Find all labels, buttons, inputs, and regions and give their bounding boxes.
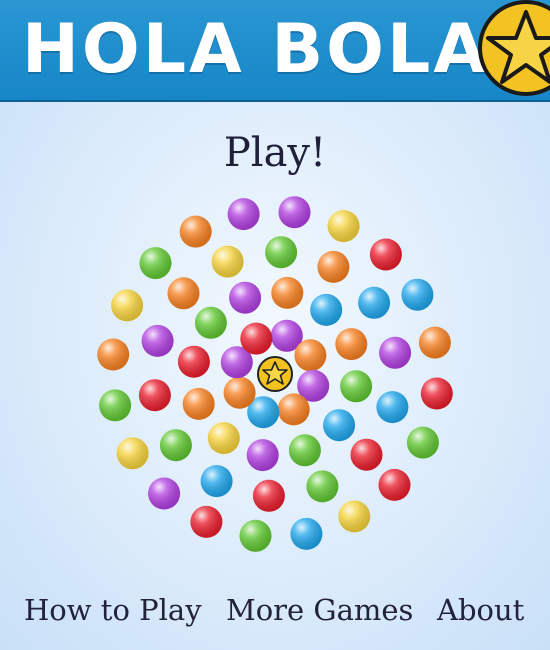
ball[interactable] — [207, 422, 240, 455]
ball[interactable] — [99, 389, 132, 422]
ball[interactable] — [327, 210, 360, 243]
ball[interactable] — [420, 377, 453, 410]
ball[interactable] — [294, 339, 327, 372]
ball[interactable] — [310, 293, 343, 326]
ball[interactable] — [223, 376, 256, 409]
ball[interactable] — [246, 439, 279, 472]
ball[interactable] — [194, 306, 227, 339]
ball[interactable] — [182, 387, 215, 420]
ball[interactable] — [138, 379, 171, 412]
ball[interactable] — [335, 328, 368, 361]
ball[interactable] — [406, 426, 439, 459]
ball[interactable] — [141, 324, 174, 357]
ball[interactable] — [211, 245, 244, 278]
ball[interactable] — [418, 326, 451, 359]
ball[interactable] — [148, 477, 181, 510]
ball[interactable] — [177, 345, 210, 378]
ball[interactable] — [317, 250, 350, 283]
ball[interactable] — [252, 479, 285, 512]
ball[interactable] — [265, 236, 298, 269]
how-to-play-link[interactable]: How to Play — [24, 588, 202, 632]
ball[interactable] — [379, 336, 412, 369]
ball[interactable] — [159, 429, 192, 462]
about-link[interactable]: About — [437, 588, 524, 632]
ball[interactable] — [338, 500, 371, 533]
game-title: Hola Bola! — [22, 10, 523, 89]
ball[interactable] — [200, 465, 233, 498]
ball[interactable] — [290, 517, 323, 550]
ball[interactable] — [340, 370, 373, 403]
ball[interactable] — [271, 276, 304, 309]
ball[interactable] — [288, 434, 321, 467]
ball[interactable] — [358, 286, 391, 319]
ball[interactable] — [239, 519, 272, 552]
ball[interactable] — [111, 289, 144, 322]
ball[interactable] — [369, 238, 402, 271]
ball[interactable] — [227, 198, 260, 231]
ball[interactable] — [376, 391, 409, 424]
ball[interactable] — [350, 438, 383, 471]
ball[interactable] — [323, 409, 356, 442]
ball[interactable] — [277, 393, 310, 426]
ball[interactable] — [190, 505, 223, 538]
ball[interactable] — [240, 322, 273, 355]
ball[interactable] — [378, 468, 411, 501]
ball[interactable] — [278, 196, 311, 229]
ball[interactable] — [306, 470, 339, 503]
more-games-link[interactable]: More Games — [226, 588, 413, 632]
ball[interactable] — [167, 277, 200, 310]
ball[interactable] — [179, 215, 212, 248]
ball[interactable] — [116, 437, 149, 470]
star-ball-icon[interactable] — [257, 356, 293, 392]
ball[interactable] — [401, 278, 434, 311]
ball[interactable] — [97, 338, 130, 371]
header-bar: Hola Bola! — [0, 0, 550, 102]
ball[interactable] — [229, 281, 262, 314]
ball[interactable] — [139, 247, 172, 280]
star-ball-icon — [478, 0, 550, 100]
play-button[interactable]: Play! — [0, 125, 550, 181]
